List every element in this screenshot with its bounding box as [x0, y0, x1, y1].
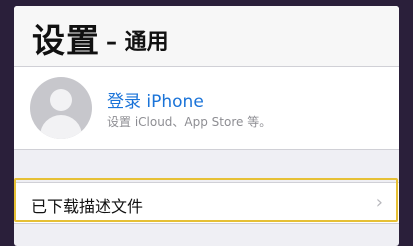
section-gap: [14, 150, 399, 182]
downloaded-profile-label: 已下载描述文件: [31, 197, 144, 216]
sign-in-title: 登录 iPhone: [107, 92, 204, 112]
avatar-body: [40, 115, 82, 139]
avatar: [30, 77, 92, 139]
downloaded-profile-row[interactable]: 已下载描述文件 ›: [14, 182, 399, 224]
sign-in-row[interactable]: 登录 iPhone 设置 iCloud、App Store 等。: [14, 67, 399, 150]
header: 设置 – 通用: [14, 6, 399, 67]
page-subtitle: – 通用: [106, 30, 169, 55]
settings-screen: 设置 – 通用 登录 iPhone 设置 iCloud、App Store 等。…: [14, 6, 399, 246]
chevron-right-icon: ›: [375, 192, 383, 213]
avatar-head: [50, 89, 72, 111]
page-title: 设置: [32, 21, 100, 60]
sign-in-subtitle: 设置 iCloud、App Store 等。: [107, 115, 272, 129]
